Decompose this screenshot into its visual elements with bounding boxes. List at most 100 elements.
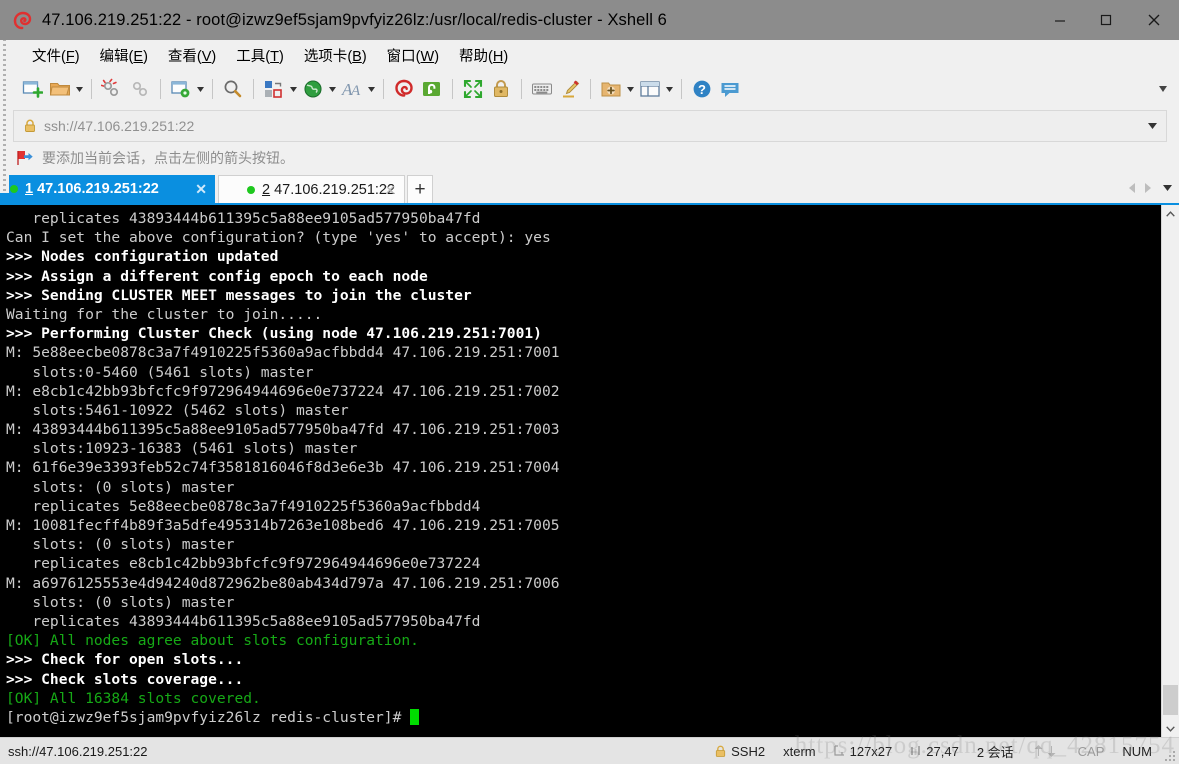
- keyboard-icon[interactable]: [528, 74, 556, 104]
- tab-close-icon[interactable]: ✕: [195, 182, 207, 196]
- transfer-file-icon[interactable]: [260, 74, 288, 104]
- disconnect-icon[interactable]: [98, 74, 126, 104]
- status-size: 127x27: [825, 744, 902, 759]
- font-icon[interactable]: A A: [338, 74, 366, 104]
- globe-dropdown-caret-icon[interactable]: [327, 74, 338, 104]
- close-button[interactable]: [1129, 0, 1179, 40]
- terminal-line: replicates 5e88eecbe0878c3a7f4910225f536…: [6, 497, 1161, 516]
- menu-item-view[interactable]: 查看(V): [158, 42, 226, 69]
- terminal-line: >>> Performing Cluster Check (using node…: [6, 324, 1161, 343]
- toolbar-separator: [521, 79, 522, 99]
- menu-item-edit[interactable]: 编辑(E): [90, 42, 158, 69]
- open-folder-icon[interactable]: [46, 74, 74, 104]
- window-controls: [1037, 0, 1179, 40]
- terminal-line: Can I set the above configuration? (type…: [6, 228, 1161, 247]
- status-bar: ssh://47.106.219.251:22 SSH2 xterm: [0, 737, 1179, 764]
- tab-next-icon[interactable]: [1140, 182, 1156, 194]
- status-num-lock: NUM: [1113, 744, 1161, 759]
- terminal-line: M: e8cb1c42bb93bfcfc9f972964944696e0e737…: [6, 382, 1161, 401]
- toolbar-separator: [91, 79, 92, 99]
- help-icon[interactable]: ?: [688, 74, 716, 104]
- terminal-output[interactable]: replicates 43893444b611395c5a88ee9105ad5…: [0, 205, 1161, 737]
- new-folder-dropdown-caret-icon[interactable]: [625, 74, 636, 104]
- menu-bar: 文件(F) 编辑(E) 查看(V) 工具(T) 选项卡(B) 窗口(W) 帮助(…: [0, 40, 1179, 70]
- find-icon[interactable]: [219, 74, 247, 104]
- terminal-line: replicates 43893444b611395c5a88ee9105ad5…: [6, 209, 1161, 228]
- resize-grip[interactable]: [1161, 737, 1179, 765]
- toolbar: A A: [0, 70, 1179, 108]
- layout-dropdown-caret-icon[interactable]: [664, 74, 675, 104]
- tab-prev-icon[interactable]: [1124, 182, 1140, 194]
- menu-item-tools[interactable]: 工具(T): [226, 42, 294, 69]
- toolbar-separator: [590, 79, 591, 99]
- menu-label: 编辑: [100, 49, 129, 65]
- xshell-icon: [12, 9, 34, 31]
- new-folder-icon[interactable]: [597, 74, 625, 104]
- chat-icon[interactable]: [716, 74, 744, 104]
- address-input[interactable]: ssh://47.106.219.251:22: [44, 118, 194, 134]
- terminal-line: slots:5461-10922 (5462 slots) master: [6, 401, 1161, 420]
- window-title: 47.106.219.251:22 - root@izwz9ef5sjam9pv…: [42, 11, 667, 30]
- layout-icon[interactable]: [636, 74, 664, 104]
- transfer-dropdown-caret-icon[interactable]: [288, 74, 299, 104]
- scroll-up-icon[interactable]: [1162, 205, 1179, 222]
- tab-navigation: [1124, 175, 1175, 201]
- menu-item-file[interactable]: 文件(F): [22, 42, 90, 69]
- tab-index: 1: [25, 181, 33, 197]
- terminal-line: slots:0-5460 (5461 slots) master: [6, 363, 1161, 382]
- menu-label: 帮助: [459, 49, 488, 65]
- maximize-button[interactable]: [1083, 0, 1129, 40]
- tab-close-icon[interactable]: ✕: [384, 183, 396, 197]
- menu-accel: H: [493, 49, 503, 65]
- cursor-position-icon: [910, 745, 921, 757]
- scrollbar-thumb[interactable]: [1163, 685, 1178, 715]
- terminal-cursor: [410, 709, 419, 725]
- status-protocol: SSH2: [706, 744, 774, 759]
- new-session-icon[interactable]: [18, 74, 46, 104]
- status-cursor-label: 27,47: [926, 744, 959, 759]
- menu-item-help[interactable]: 帮助(H): [449, 42, 518, 69]
- open-folder-dropdown-caret-icon[interactable]: [74, 74, 85, 104]
- highlight-icon[interactable]: [556, 74, 584, 104]
- tab-title: 47.106.219.251:22: [37, 181, 159, 197]
- add-bookmark-icon[interactable]: [16, 150, 34, 166]
- menu-item-window[interactable]: 窗口(W): [377, 42, 449, 69]
- lock-icon[interactable]: [487, 74, 515, 104]
- new-tab-button[interactable]: +: [407, 175, 433, 203]
- status-protocol-label: SSH2: [731, 744, 765, 759]
- scroll-down-icon[interactable]: [1162, 720, 1179, 737]
- menu-item-tabs[interactable]: 选项卡(B): [294, 42, 377, 69]
- terminal-line: replicates 43893444b611395c5a88ee9105ad5…: [6, 612, 1161, 631]
- address-bar[interactable]: ssh://47.106.219.251:22: [13, 110, 1167, 142]
- xftp-icon[interactable]: [390, 74, 418, 104]
- tab-session-2[interactable]: 2 47.106.219.251:22 ✕: [218, 175, 405, 203]
- tab-list-caret-icon[interactable]: [1156, 185, 1175, 191]
- toolbar-overflow-caret-icon[interactable]: [1155, 70, 1171, 108]
- shell-prompt: [root@izwz9ef5sjam9pvfyiz26lz redis-clus…: [6, 709, 410, 726]
- screen-size-icon: [834, 745, 845, 757]
- tab-session-1[interactable]: 1 47.106.219.251:22 ✕: [0, 175, 215, 203]
- font-dropdown-caret-icon[interactable]: [366, 74, 377, 104]
- tab-label: 2 47.106.219.251:22: [262, 182, 395, 198]
- fullscreen-icon[interactable]: [459, 74, 487, 104]
- toolbar-separator: [212, 79, 213, 99]
- tab-title: 47.106.219.251:22: [274, 182, 395, 198]
- connection-status-dot-icon: [247, 186, 255, 194]
- address-dropdown-caret-icon[interactable]: [1144, 111, 1160, 141]
- terminal-line: slots:10923-16383 (5461 slots) master: [6, 439, 1161, 458]
- globe-icon[interactable]: [299, 74, 327, 104]
- terminal-scrollbar[interactable]: [1161, 205, 1179, 737]
- xftp-green-icon[interactable]: [418, 74, 446, 104]
- terminal-line: >>> Assign a different config epoch to e…: [6, 267, 1161, 286]
- terminal-line: >>> Check slots coverage...: [6, 670, 1161, 689]
- terminal-line: M: 43893444b611395c5a88ee9105ad577950ba4…: [6, 420, 1161, 439]
- xshell-window: 47.106.219.251:22 - root@izwz9ef5sjam9pv…: [0, 0, 1179, 764]
- svg-text:?: ?: [698, 82, 706, 97]
- menu-label: 工具: [236, 49, 265, 65]
- title-bar[interactable]: 47.106.219.251:22 - root@izwz9ef5sjam9pv…: [0, 0, 1179, 40]
- session-properties-dropdown-caret-icon[interactable]: [195, 74, 206, 104]
- menu-accel: B: [352, 49, 362, 65]
- reconnect-icon[interactable]: [126, 74, 154, 104]
- minimize-button[interactable]: [1037, 0, 1083, 40]
- session-properties-icon[interactable]: [167, 74, 195, 104]
